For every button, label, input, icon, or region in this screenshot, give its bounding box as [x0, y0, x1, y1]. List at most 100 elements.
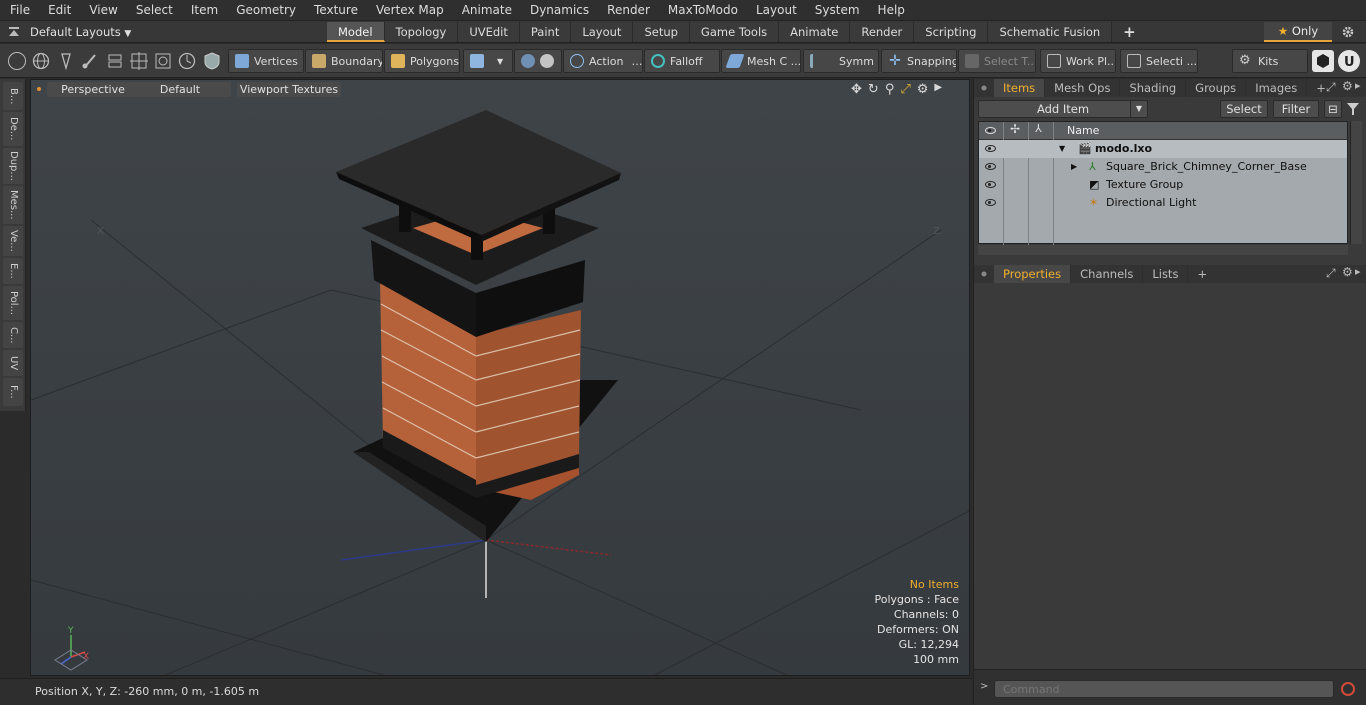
menu-texture[interactable]: Texture: [304, 0, 366, 21]
visibility-eye-icon[interactable]: [985, 163, 996, 170]
vtab-mesh-edit[interactable]: Mes...: [3, 186, 23, 224]
play-arrow-icon[interactable]: ▶: [934, 82, 942, 98]
tab-scripting[interactable]: Scripting: [914, 22, 989, 42]
menu-maxtomodo[interactable]: MaxToModo: [658, 0, 746, 21]
viewport-textures-button[interactable]: Viewport Textures: [237, 82, 341, 97]
layout-toggle-icon[interactable]: [8, 26, 20, 38]
tab-properties[interactable]: Properties: [994, 265, 1072, 283]
tab-items[interactable]: Items: [994, 79, 1046, 97]
vertices-button[interactable]: Vertices: [228, 49, 304, 73]
collapse-icon[interactable]: ⊟: [1324, 100, 1342, 118]
layout-selector[interactable]: Default Layouts ▼: [30, 23, 131, 41]
item-row-directional-light[interactable]: ✶ Directional Light: [979, 194, 1347, 212]
menu-dynamics[interactable]: Dynamics: [520, 0, 597, 21]
material-mode-button[interactable]: [514, 49, 562, 73]
menu-vertex-map[interactable]: Vertex Map: [366, 0, 452, 21]
items-horizontal-scrollbar[interactable]: [978, 245, 1348, 255]
visibility-eye-icon[interactable]: [985, 145, 996, 152]
polygons-button[interactable]: Polygons: [384, 49, 460, 73]
menu-render[interactable]: Render: [597, 0, 658, 21]
symmetry-button[interactable]: Symm ...: [803, 49, 879, 73]
axis-header-icon[interactable]: ⅄: [1035, 122, 1042, 135]
tab-animate[interactable]: Animate: [779, 22, 851, 42]
menu-select[interactable]: Select: [126, 0, 181, 21]
boundary-button[interactable]: Boundary: [305, 49, 383, 73]
tab-setup[interactable]: Setup: [633, 22, 690, 42]
tab-channels[interactable]: Channels: [1071, 265, 1144, 283]
item-mode-button[interactable]: ▼: [463, 49, 513, 73]
add-item-button[interactable]: Add Item: [978, 100, 1148, 118]
tab-groups[interactable]: Groups: [1186, 79, 1247, 97]
select-button[interactable]: Select: [1220, 100, 1268, 118]
funnel-filter-icon[interactable]: [1346, 102, 1360, 116]
panel-menu-dot-icon[interactable]: [980, 84, 988, 92]
zoom-view-icon[interactable]: ⚲: [885, 82, 895, 98]
vtab-uv[interactable]: UV: [3, 350, 23, 376]
lock-header-icon[interactable]: ✢: [1010, 122, 1020, 136]
snapping-button[interactable]: ✛ Snapping: [881, 49, 957, 73]
expand-triangle-icon[interactable]: ▼: [1059, 140, 1065, 158]
grid-snap-icon[interactable]: [130, 52, 148, 70]
viewport-settings-gear-icon[interactable]: ⚙: [917, 82, 929, 98]
menu-item[interactable]: Item: [181, 0, 226, 21]
visibility-eye-icon[interactable]: [985, 199, 996, 206]
clock-icon[interactable]: [178, 52, 196, 70]
items-vertical-scrollbar[interactable]: [1350, 121, 1362, 244]
tab-model[interactable]: Model: [327, 22, 385, 42]
tab-images[interactable]: Images: [1246, 79, 1308, 97]
visibility-eye-icon[interactable]: [985, 181, 996, 188]
props-gear-icon[interactable]: ⚙: [1342, 265, 1353, 279]
pen-icon[interactable]: [58, 52, 74, 70]
brush-icon[interactable]: [81, 52, 99, 70]
command-input[interactable]: [994, 680, 1334, 698]
expand-props-icon[interactable]: ⤢: [1326, 266, 1336, 281]
add-item-dropdown-chevron-down-icon[interactable]: ▼: [1130, 100, 1148, 118]
panel-arrow-icon[interactable]: ▸: [1355, 79, 1361, 92]
visibility-header-eye-icon[interactable]: [985, 127, 996, 134]
vtab-polygon[interactable]: Pol...: [3, 286, 23, 320]
expand-triangle-icon[interactable]: ▶: [1071, 158, 1077, 176]
panel-gear-icon[interactable]: ⚙: [1342, 79, 1353, 93]
vtab-basic[interactable]: B...: [3, 82, 23, 110]
item-row-modo-lxo[interactable]: ▼ 🎬 modo.lxo: [979, 140, 1347, 158]
mesh-constraint-button[interactable]: Mesh C ...: [721, 49, 801, 73]
align-icon[interactable]: [106, 52, 124, 70]
tab-topology[interactable]: Topology: [384, 22, 459, 42]
3d-viewport[interactable]: X Z Y X Perspective Default Viewport Tex…: [30, 79, 970, 676]
props-menu-dot-icon[interactable]: [980, 270, 988, 278]
vtab-fusion[interactable]: F...: [3, 378, 23, 406]
vtab-deform[interactable]: De...: [3, 112, 23, 146]
tab-layout[interactable]: Layout: [571, 22, 634, 42]
modo-cube-icon[interactable]: [1312, 50, 1334, 72]
select-through-button[interactable]: Select T...: [958, 49, 1036, 73]
tab-lists[interactable]: Lists: [1143, 265, 1189, 283]
tab-mesh-ops[interactable]: Mesh Ops: [1045, 79, 1121, 97]
item-row-mesh[interactable]: ▶ ⅄ Square_Brick_Chimney_Corner_Base: [979, 158, 1347, 176]
record-icon[interactable]: [1340, 681, 1356, 697]
vtab-duplicate[interactable]: Dup...: [3, 148, 23, 184]
menu-file[interactable]: File: [0, 0, 38, 21]
move-view-icon[interactable]: ✥: [851, 82, 862, 98]
perspective-button[interactable]: Perspective: [47, 82, 139, 97]
tab-paint[interactable]: Paint: [519, 22, 572, 42]
tab-schematic-fusion[interactable]: Schematic Fusion: [988, 22, 1113, 42]
viewport-menu-dot-icon[interactable]: [35, 85, 43, 93]
selection-sets-button[interactable]: Selecti ...: [1120, 49, 1198, 73]
fit-view-icon[interactable]: ⤢: [900, 82, 910, 98]
only-button[interactable]: ★ Only: [1264, 22, 1332, 42]
menu-layout[interactable]: Layout: [746, 0, 805, 21]
kits-button[interactable]: ⚙ Kits: [1232, 49, 1308, 73]
props-arrow-icon[interactable]: ▸: [1355, 265, 1361, 278]
default-shading-button[interactable]: Default: [129, 82, 231, 97]
work-plane-button[interactable]: Work Pl...: [1040, 49, 1116, 73]
action-center-button[interactable]: Action…: [563, 49, 643, 73]
box-select-icon[interactable]: [154, 52, 172, 70]
add-tab-button[interactable]: +: [1112, 22, 1147, 42]
menu-help[interactable]: Help: [868, 0, 913, 21]
menu-geometry[interactable]: Geometry: [226, 0, 304, 21]
globe-icon[interactable]: [32, 52, 50, 70]
tab-render[interactable]: Render: [850, 22, 915, 42]
unreal-icon[interactable]: U: [1338, 50, 1360, 72]
falloff-button[interactable]: Falloff: [644, 49, 720, 73]
gear-icon[interactable]: [1341, 25, 1355, 39]
